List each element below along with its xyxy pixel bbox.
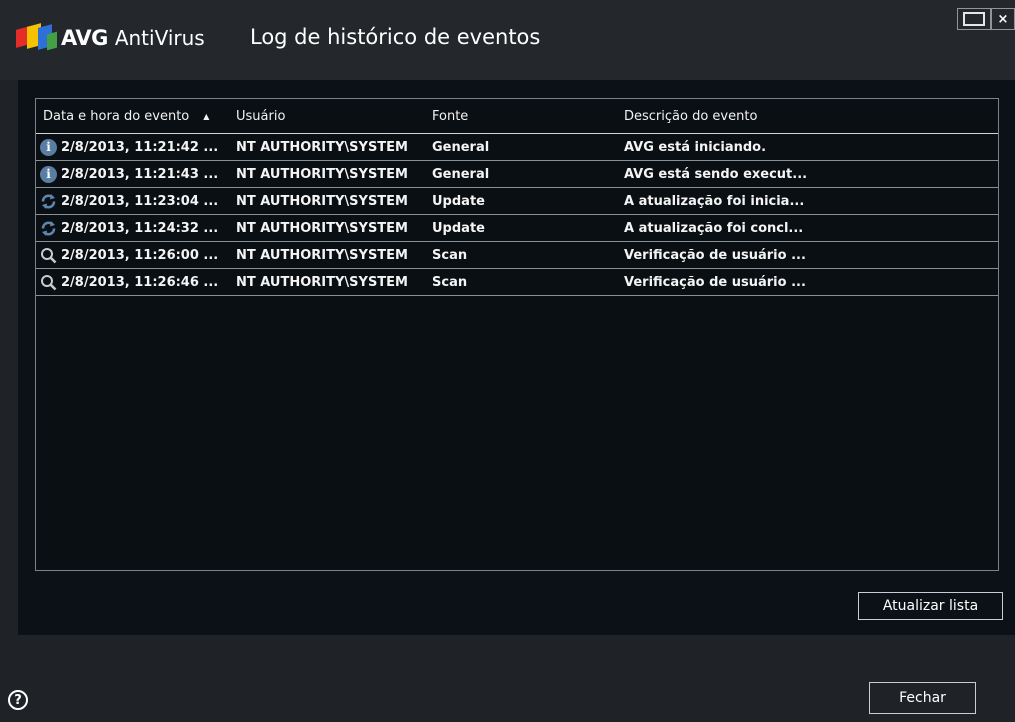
update-icon <box>40 193 57 210</box>
maximize-icon <box>963 12 985 26</box>
event-log-table[interactable]: Data e hora do evento ▲ Usuário Fonte De… <box>35 98 999 571</box>
scan-icon <box>40 274 57 291</box>
cell-user: NT AUTHORITY\SYSTEM <box>236 247 408 263</box>
cell-date: 2/8/2013, 11:23:04 ... <box>36 193 236 210</box>
table-body: i 2/8/2013, 11:21:42 ... NT AUTHORITY\SYST… <box>36 134 998 296</box>
avg-logo: AVG AntiVirus <box>16 22 205 54</box>
cell-date: 2/8/2013, 11:26:46 ... <box>36 274 236 291</box>
column-header-source[interactable]: Fonte <box>432 109 624 124</box>
table-row[interactable]: 2/8/2013, 11:23:04 ... NT AUTHORITY\SYSTE… <box>36 188 998 215</box>
cell-source: General <box>432 166 490 182</box>
product-name: AntiVirus <box>114 26 205 50</box>
close-icon: × <box>997 11 1009 27</box>
cell-description: Verificação de usuário ... <box>624 274 806 290</box>
cell-date: i 2/8/2013, 11:21:43 ... <box>36 165 236 183</box>
column-header-user[interactable]: Usuário <box>236 109 432 124</box>
footer: ? Fechar <box>0 635 1015 722</box>
table-row[interactable]: i 2/8/2013, 11:21:42 ... NT AUTHORITY\SYST… <box>36 134 998 161</box>
table-row[interactable]: 2/8/2013, 11:26:00 ... NT AUTHORITY\SYSTE… <box>36 242 998 269</box>
maximize-button[interactable] <box>957 8 991 30</box>
cell-description: AVG está sendo execut... <box>624 166 808 182</box>
column-header-date[interactable]: Data e hora do evento ▲ <box>36 109 236 124</box>
info-icon: i <box>40 138 57 156</box>
cell-source: Scan <box>432 247 468 263</box>
cell-description: A atualização foi concl... <box>624 220 804 236</box>
column-header-description[interactable]: Descrição do evento <box>624 109 998 124</box>
table-row[interactable]: i 2/8/2013, 11:21:43 ... NT AUTHORITY\SYST… <box>36 161 998 188</box>
table-row[interactable]: 2/8/2013, 11:26:46 ... NT AUTHORITY\SYSTE… <box>36 269 998 296</box>
avg-logo-icon <box>16 22 58 54</box>
cell-user: NT AUTHORITY\SYSTEM <box>236 166 408 182</box>
brand-name: AVG <box>61 26 108 50</box>
sort-ascending-icon: ▲ <box>203 111 210 121</box>
cell-source: Update <box>432 193 485 209</box>
cell-date: i 2/8/2013, 11:21:42 ... <box>36 138 236 156</box>
refresh-list-button[interactable]: Atualizar lista <box>858 592 1003 620</box>
cell-description: AVG está iniciando. <box>624 139 767 155</box>
cell-source: Scan <box>432 274 468 290</box>
cell-description: A atualização foi inicia... <box>624 193 805 209</box>
cell-user: NT AUTHORITY\SYSTEM <box>236 139 408 155</box>
cell-user: NT AUTHORITY\SYSTEM <box>236 193 408 209</box>
cell-user: NT AUTHORITY\SYSTEM <box>236 274 408 290</box>
update-icon <box>40 220 57 237</box>
table-row[interactable]: 2/8/2013, 11:24:32 ... NT AUTHORITY\SYSTE… <box>36 215 998 242</box>
table-header: Data e hora do evento ▲ Usuário Fonte De… <box>36 99 998 134</box>
cell-date: 2/8/2013, 11:24:32 ... <box>36 220 236 237</box>
title-bar: AVG AntiVirus Log de histórico de evento… <box>0 0 1015 80</box>
scan-icon <box>40 247 57 264</box>
close-window-button[interactable]: × <box>991 8 1015 30</box>
cell-user: NT AUTHORITY\SYSTEM <box>236 220 408 236</box>
help-icon[interactable]: ? <box>8 690 28 710</box>
window-title: Log de histórico de eventos <box>250 25 541 49</box>
cell-source: General <box>432 139 490 155</box>
main-panel: Data e hora do evento ▲ Usuário Fonte De… <box>18 80 1015 635</box>
close-button[interactable]: Fechar <box>869 682 976 714</box>
cell-description: Verificação de usuário ... <box>624 247 806 263</box>
cell-date: 2/8/2013, 11:26:00 ... <box>36 247 236 264</box>
cell-source: Update <box>432 220 485 236</box>
info-icon: i <box>40 165 57 183</box>
